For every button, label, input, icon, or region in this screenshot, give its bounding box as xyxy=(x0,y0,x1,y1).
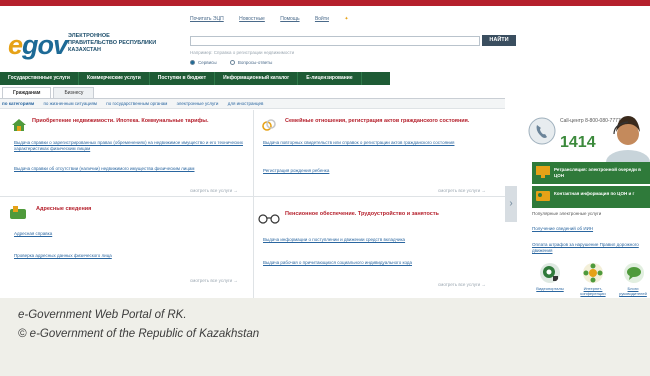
search-button[interactable]: НАЙТИ xyxy=(482,35,516,46)
main-nav: Государственные услуги Коммерческие услу… xyxy=(0,72,390,85)
popular-services-label: Популярные электронные услуги xyxy=(532,211,602,216)
card-link-realty-2[interactable]: Выдача справки об отсутствии (наличии) н… xyxy=(14,166,249,172)
contact-card-icon xyxy=(536,191,550,201)
card-link-realty-1[interactable]: Выдача справки о зарегистрированных прав… xyxy=(14,140,249,152)
card-link-family-1[interactable]: Выдача повторных свидетельств или справо… xyxy=(263,140,503,146)
nav-item-gov-services[interactable]: Государственные услуги xyxy=(0,72,80,85)
card-title-pension[interactable]: Пенсионное обеспечение. Трудоустройство … xyxy=(285,211,439,218)
nav-item-catalog[interactable]: Информационный каталог xyxy=(215,72,299,85)
top-link-help[interactable]: Помощь xyxy=(280,16,299,22)
search-input[interactable] xyxy=(190,36,480,46)
card-title-realty[interactable]: Приобретение недвижимости. Ипотека. Комм… xyxy=(32,118,209,125)
top-links: Почитать ЭЦП Новостные Помощь Войти ✦ xyxy=(190,16,363,22)
conference-label[interactable]: Интернет-конференции xyxy=(576,286,610,296)
operator-avatar xyxy=(606,116,650,166)
rings-icon xyxy=(262,119,276,131)
egov-logo[interactable]: egov xyxy=(8,30,68,61)
monitor-icon xyxy=(536,166,550,178)
nav-item-budget[interactable]: Поступки в бюджет xyxy=(150,72,216,85)
popular-link-iin[interactable]: Получение сведений об ИИН xyxy=(532,226,647,232)
card-title-address[interactable]: Адресные сведения xyxy=(36,206,91,213)
tab-business[interactable]: Бизнесу xyxy=(53,87,95,98)
glasses-icon xyxy=(258,214,280,224)
radio-faq[interactable]: Вопросы-ответы xyxy=(229,60,272,66)
blog-chat-icon[interactable] xyxy=(624,263,644,283)
card-more-pension[interactable]: смотреть все услуги → xyxy=(438,282,486,287)
search-scope: Сервисы Вопросы-ответы xyxy=(190,60,284,66)
card-more-address[interactable]: смотреть все услуги → xyxy=(190,278,238,283)
cat-by-category[interactable]: по категориям xyxy=(2,101,34,106)
conference-icon[interactable] xyxy=(583,263,603,283)
card-link-address-2[interactable]: Проверка адресных данных физического лиц… xyxy=(14,253,249,259)
radio-services[interactable]: Сервисы xyxy=(190,60,217,66)
card-link-pension-1[interactable]: Выдача информации о поступлении и движен… xyxy=(263,237,503,243)
video-portal-label[interactable]: Видеопорталы xyxy=(533,286,567,291)
cat-foreigners[interactable]: для иностранцев xyxy=(228,101,264,106)
card-link-family-2[interactable]: Регистрация рождения ребенка xyxy=(263,168,503,174)
popular-link-fines[interactable]: Оплата штрафов за нарушение Правил дорож… xyxy=(532,242,647,254)
card-more-realty[interactable]: смотреть все услуги → xyxy=(190,188,238,193)
top-link-news[interactable]: Новостные xyxy=(239,16,265,22)
cat-gov-bodies[interactable]: по государственным органам xyxy=(106,101,167,106)
category-bar: по категориям по жизненным ситуациям по … xyxy=(0,98,505,109)
card-link-address-1[interactable]: Адресная справка xyxy=(14,231,249,237)
card-divider-vertical xyxy=(253,110,254,298)
phone-icon xyxy=(528,117,556,145)
nav-item-licensing[interactable]: Е-лицензирование xyxy=(298,72,362,85)
star-icon: ✦ xyxy=(344,16,349,22)
blog-label[interactable]: Блоги руководителей xyxy=(616,286,650,296)
caption-line-2: © e-Government of the Republic of Kazakh… xyxy=(18,328,260,340)
caption-line-1: e-Government Web Portal of RK. xyxy=(18,309,187,321)
video-portal-icon[interactable] xyxy=(540,263,560,283)
card-divider-horizontal xyxy=(0,196,505,197)
card-link-pension-2[interactable]: Выдача рабочая о причитающихся социально… xyxy=(263,260,503,266)
card-title-family[interactable]: Семейные отношения, регистрация актов гр… xyxy=(285,118,469,125)
callcenter-number: 1414 xyxy=(560,134,596,151)
cat-e-services[interactable]: электронные услуги xyxy=(177,101,219,106)
card-more-family[interactable]: смотреть все услуги → xyxy=(438,188,486,193)
tab-citizens[interactable]: Гражданам xyxy=(2,87,52,98)
chevron-right-icon[interactable]: › xyxy=(505,186,517,222)
audience-tabs: Гражданам Бизнесу xyxy=(2,87,96,98)
nav-item-commercial[interactable]: Коммерческие услуги xyxy=(79,72,150,85)
cat-life-situations[interactable]: по жизненным ситуациям xyxy=(43,101,97,106)
logo-subtitle: ЭЛЕКТРОННОЕ ПРАВИТЕЛЬСТВО РЕСПУБЛИКИ КАЗ… xyxy=(68,33,157,53)
house-icon xyxy=(12,119,26,131)
mailbox-icon xyxy=(10,206,26,219)
search-hint: Например: Справка о регистрации недвижим… xyxy=(190,50,295,55)
top-link-ecp[interactable]: Почитать ЭЦП xyxy=(190,16,224,22)
top-link-login[interactable]: Войти xyxy=(315,16,329,22)
portal-screenshot: egov ЭЛЕКТРОННОЕ ПРАВИТЕЛЬСТВО РЕСПУБЛИК… xyxy=(0,6,650,298)
